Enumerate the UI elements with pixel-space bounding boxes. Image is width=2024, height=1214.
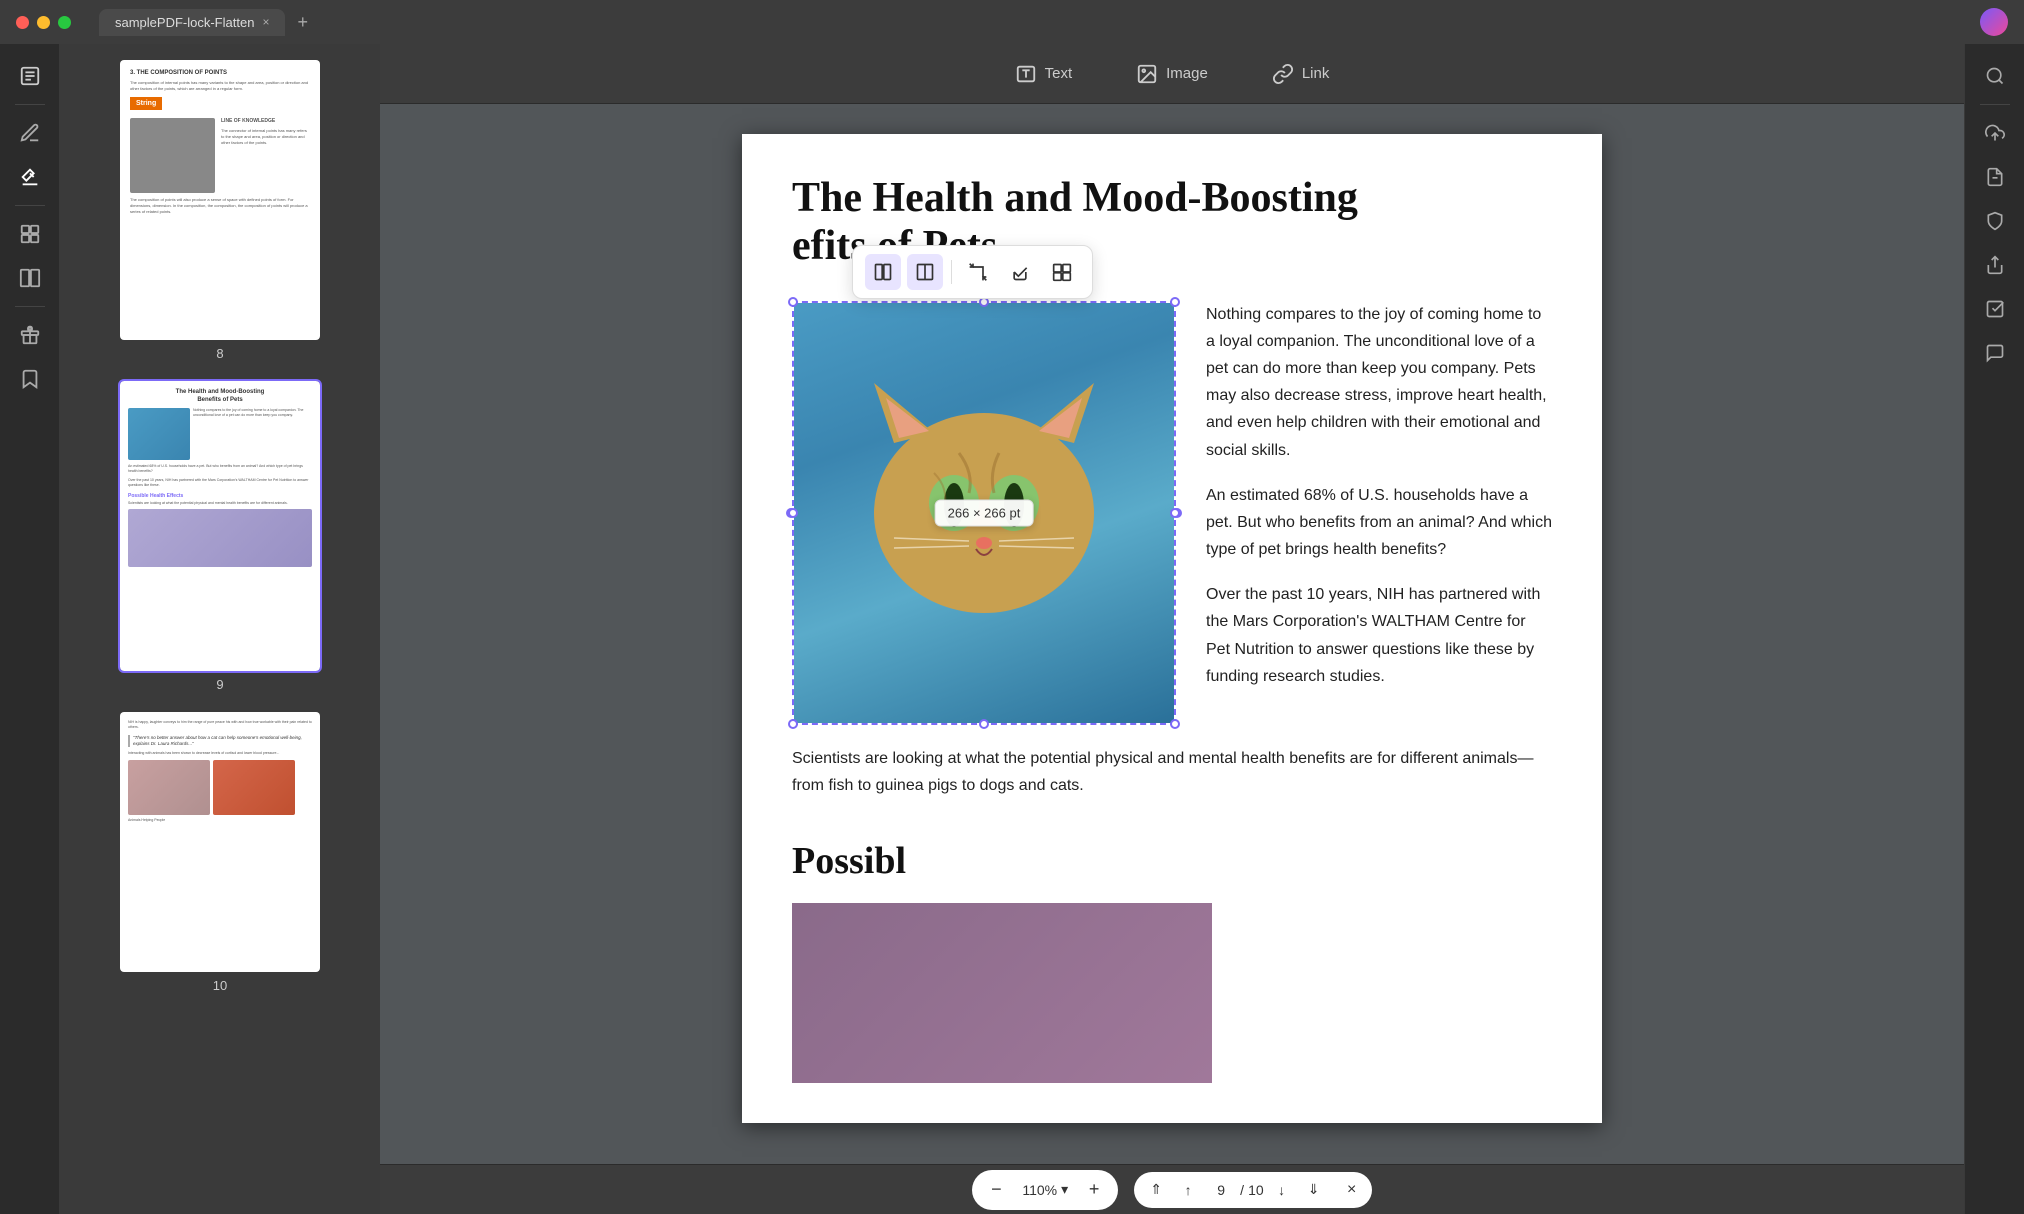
- pdf-scroll[interactable]: The Health and Mood-Boosting efits of Pe…: [380, 104, 1964, 1164]
- divider3: [15, 306, 45, 307]
- tab-close-icon[interactable]: ×: [262, 15, 269, 29]
- text-tool-icon: [1015, 63, 1037, 85]
- sidebar-right-pdf[interactable]: [1975, 157, 2015, 197]
- page-number-10: 10: [213, 978, 227, 993]
- sidebar-item-bookmark[interactable]: [10, 359, 50, 399]
- tab-title: samplePDF-lock-Flatten: [115, 15, 254, 30]
- next-page-button[interactable]: ↓: [1268, 1176, 1296, 1204]
- sidebar-item-compare[interactable]: [10, 258, 50, 298]
- sidebar-left: [0, 44, 60, 1214]
- close-button[interactable]: [16, 16, 29, 29]
- close-nav-button[interactable]: ×: [1340, 1178, 1364, 1202]
- image-toolbar: [852, 245, 1093, 299]
- page-nav: ⇑ ↑ / 10 ↓ ⇓ ×: [1134, 1172, 1371, 1208]
- link-tool-label: Link: [1302, 65, 1330, 82]
- zoom-in-button[interactable]: +: [1078, 1174, 1110, 1206]
- sidebar-right: [1964, 44, 2024, 1214]
- thumbnail-page-10[interactable]: NIH is happy, laughter conveys to him th…: [120, 712, 320, 993]
- page9-bottom: Possibl: [742, 839, 1602, 1123]
- right-divider1: [1980, 104, 2010, 105]
- link-tool[interactable]: Link: [1260, 57, 1342, 91]
- first-page-button[interactable]: ⇑: [1142, 1176, 1170, 1204]
- image-tool-label: Image: [1166, 65, 1208, 82]
- sidebar-right-protect[interactable]: [1975, 201, 2015, 241]
- sidebar-item-annotate[interactable]: [10, 157, 50, 197]
- zoom-value: 110% ▾: [1016, 1181, 1074, 1198]
- new-tab-button[interactable]: +: [297, 12, 308, 33]
- selected-image[interactable]: 266 × 266 pt: [792, 301, 1176, 725]
- section-heading: Possibl: [792, 839, 1552, 883]
- img-more-btn[interactable]: [1044, 254, 1080, 290]
- tab-area: samplePDF-lock-Flatten × +: [79, 9, 1972, 36]
- bottom-bar: − 110% ▾ + ⇑ ↑ / 10 ↓ ⇓ ×: [380, 1164, 1964, 1214]
- zoom-controls: − 110% ▾ +: [972, 1170, 1118, 1210]
- sidebar-right-search[interactable]: [1975, 56, 2015, 96]
- sidebar-right-share[interactable]: [1975, 245, 2015, 285]
- thumb8-string-label: String: [130, 97, 162, 110]
- page-separator: /: [1240, 1182, 1244, 1198]
- titlebar: samplePDF-lock-Flatten × +: [0, 0, 2024, 44]
- traffic-lights: [16, 16, 71, 29]
- maximize-button[interactable]: [58, 16, 71, 29]
- img-fit2-btn[interactable]: [907, 254, 943, 290]
- image-tool[interactable]: Image: [1124, 57, 1220, 91]
- image-container: 266 × 266 pt: [792, 301, 1176, 725]
- img-fit-btn[interactable]: [865, 254, 901, 290]
- main-layout: 3. THE COMPOSITION OF POINTS The composi…: [0, 44, 2024, 1214]
- bottom-images: [792, 903, 1552, 1083]
- sidebar-right-check[interactable]: [1975, 289, 2015, 329]
- user-avatar[interactable]: [1980, 8, 2008, 36]
- image-dimensions-badge: 266 × 266 pt: [935, 499, 1034, 526]
- sidebar-item-gift[interactable]: [10, 315, 50, 355]
- thumbnail-page-8[interactable]: 3. THE COMPOSITION OF POINTS The composi…: [120, 60, 320, 361]
- prev-page-button[interactable]: ↑: [1174, 1176, 1202, 1204]
- minimize-button[interactable]: [37, 16, 50, 29]
- page-number-9: 9: [216, 677, 223, 692]
- bottom-image-placeholder: [792, 903, 1212, 1083]
- thumbnail-page-9[interactable]: The Health and Mood-BoostingBenefits of …: [120, 381, 320, 692]
- paragraph2: An estimated 68% of U.S. households have…: [1206, 482, 1552, 564]
- zoom-chevron-icon: ▾: [1061, 1181, 1068, 1198]
- text-tool-label: Text: [1045, 65, 1073, 82]
- page9-two-col: 266 × 266 pt: [792, 301, 1552, 725]
- sidebar-right-upload[interactable]: [1975, 113, 2015, 153]
- divider: [15, 104, 45, 105]
- page-number-input[interactable]: [1206, 1182, 1236, 1198]
- img-crop-btn[interactable]: [960, 254, 996, 290]
- content-area: Text Image Link: [380, 44, 1964, 1214]
- divider2: [15, 205, 45, 206]
- last-page-button[interactable]: ⇓: [1300, 1176, 1328, 1204]
- paragraph3: Over the past 10 years, NIH has partnere…: [1206, 581, 1552, 690]
- thumbnail-panel: 3. THE COMPOSITION OF POINTS The composi…: [60, 44, 380, 1214]
- sidebar-right-comment[interactable]: [1975, 333, 2015, 373]
- pdf-page-9: The Health and Mood-Boosting efits of Pe…: [742, 134, 1602, 1123]
- paragraph1: Nothing compares to the joy of coming ho…: [1206, 301, 1552, 464]
- toolbar-divider: [951, 260, 952, 284]
- page-total: 10: [1248, 1182, 1264, 1198]
- image-tool-icon: [1136, 63, 1158, 85]
- sidebar-item-notes[interactable]: [10, 56, 50, 96]
- sidebar-item-edit[interactable]: [10, 113, 50, 153]
- top-toolbar: Text Image Link: [380, 44, 1964, 104]
- page9-right-text: Nothing compares to the joy of coming ho…: [1206, 301, 1552, 708]
- zoom-out-button[interactable]: −: [980, 1174, 1012, 1206]
- page9-content: The Health and Mood-Boosting efits of Pe…: [742, 134, 1602, 839]
- page-number-8: 8: [216, 346, 223, 361]
- link-tool-icon: [1272, 63, 1294, 85]
- page9-body-text: Scientists are looking at what the poten…: [792, 745, 1552, 799]
- sidebar-item-pages[interactable]: [10, 214, 50, 254]
- text-tool[interactable]: Text: [1003, 57, 1085, 91]
- img-replace-btn[interactable]: [1002, 254, 1038, 290]
- active-tab[interactable]: samplePDF-lock-Flatten ×: [99, 9, 285, 36]
